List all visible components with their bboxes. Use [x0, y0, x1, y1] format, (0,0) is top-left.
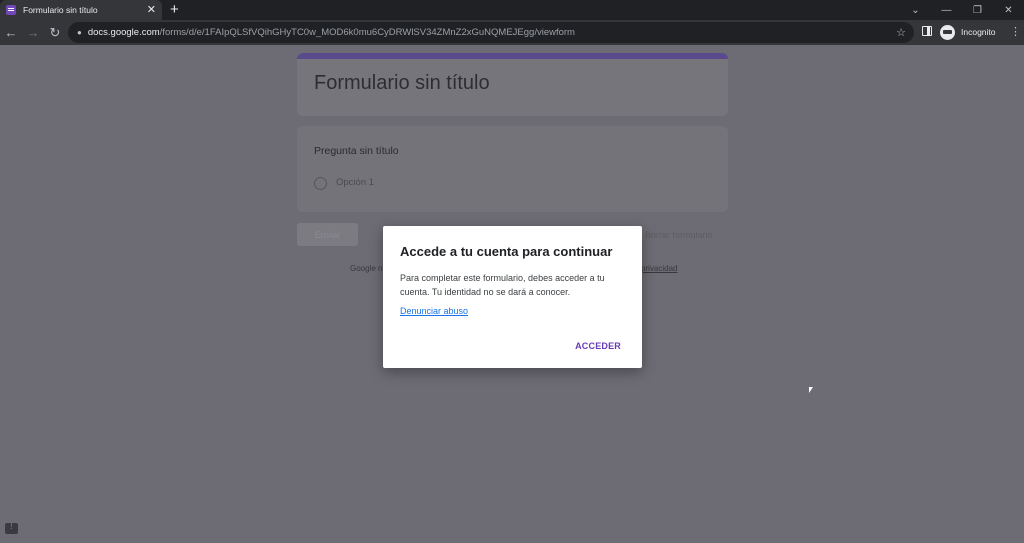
form-header-card: Formulario sin título — [297, 53, 728, 116]
report-feedback-icon[interactable] — [5, 522, 18, 534]
google-forms-icon — [6, 5, 16, 15]
signin-dialog: Accede a tu cuenta para continuar Para c… — [383, 226, 642, 368]
minimize-icon[interactable]: — — [931, 5, 962, 16]
tab-bar: Formulario sin título ✕ + ⌄ — ❐ ✕ — [0, 0, 1024, 20]
mouse-cursor — [809, 387, 813, 393]
browser-toolbar: ← → ↻ ● docs.google.com /forms/d/e/1FAIp… — [0, 20, 1024, 45]
dialog-body: Para completar este formulario, debes ac… — [400, 273, 605, 297]
bookmark-star-icon[interactable]: ☆ — [896, 26, 906, 39]
privacy-link[interactable]: privacidad — [641, 264, 677, 273]
incognito-indicator[interactable]: Incognito — [940, 22, 996, 42]
footer-text: Google n — [350, 264, 383, 273]
dialog-title: Accede a tu cuenta para continuar — [400, 244, 613, 259]
url-path: /forms/d/e/1FAIpQLSfVQihGHyTC0w_MOD6k0mu… — [159, 27, 575, 38]
back-icon[interactable]: ← — [0, 25, 22, 40]
incognito-label: Incognito — [961, 27, 996, 37]
lock-icon[interactable]: ● — [77, 28, 82, 37]
question-title: Pregunta sin título — [314, 145, 399, 157]
question-card: Pregunta sin título Opción 1 — [297, 126, 728, 212]
browser-menu-icon[interactable]: ⋮ — [1010, 25, 1021, 38]
form-title: Formulario sin título — [314, 72, 490, 94]
forward-icon[interactable]: → — [22, 25, 44, 40]
close-tab-icon[interactable]: ✕ — [147, 4, 156, 16]
reload-icon[interactable]: ↻ — [44, 25, 66, 41]
incognito-icon — [940, 24, 955, 40]
clear-form-button[interactable]: Borrar formulario — [645, 230, 713, 240]
url-host: docs.google.com — [87, 27, 160, 38]
signin-button[interactable]: ACCEDER — [575, 341, 621, 351]
restore-icon[interactable]: ❐ — [962, 5, 993, 16]
tab-search-icon[interactable]: ⌄ — [900, 5, 931, 16]
address-bar[interactable]: ● docs.google.com /forms/d/e/1FAIpQLSfVQ… — [68, 22, 914, 43]
new-tab-button[interactable]: + — [170, 1, 179, 18]
side-panel-icon[interactable] — [922, 26, 932, 36]
option-label: Opción 1 — [336, 177, 375, 188]
browser-tab[interactable]: Formulario sin título ✕ — [0, 0, 162, 20]
report-abuse-link[interactable]: Denunciar abuso — [400, 306, 468, 316]
close-window-icon[interactable]: ✕ — [993, 5, 1024, 16]
submit-button[interactable]: Enviar — [297, 223, 358, 246]
window-controls: ⌄ — ❐ ✕ — [900, 0, 1024, 20]
radio-button[interactable] — [314, 177, 327, 190]
tab-title: Formulario sin título — [23, 5, 98, 15]
